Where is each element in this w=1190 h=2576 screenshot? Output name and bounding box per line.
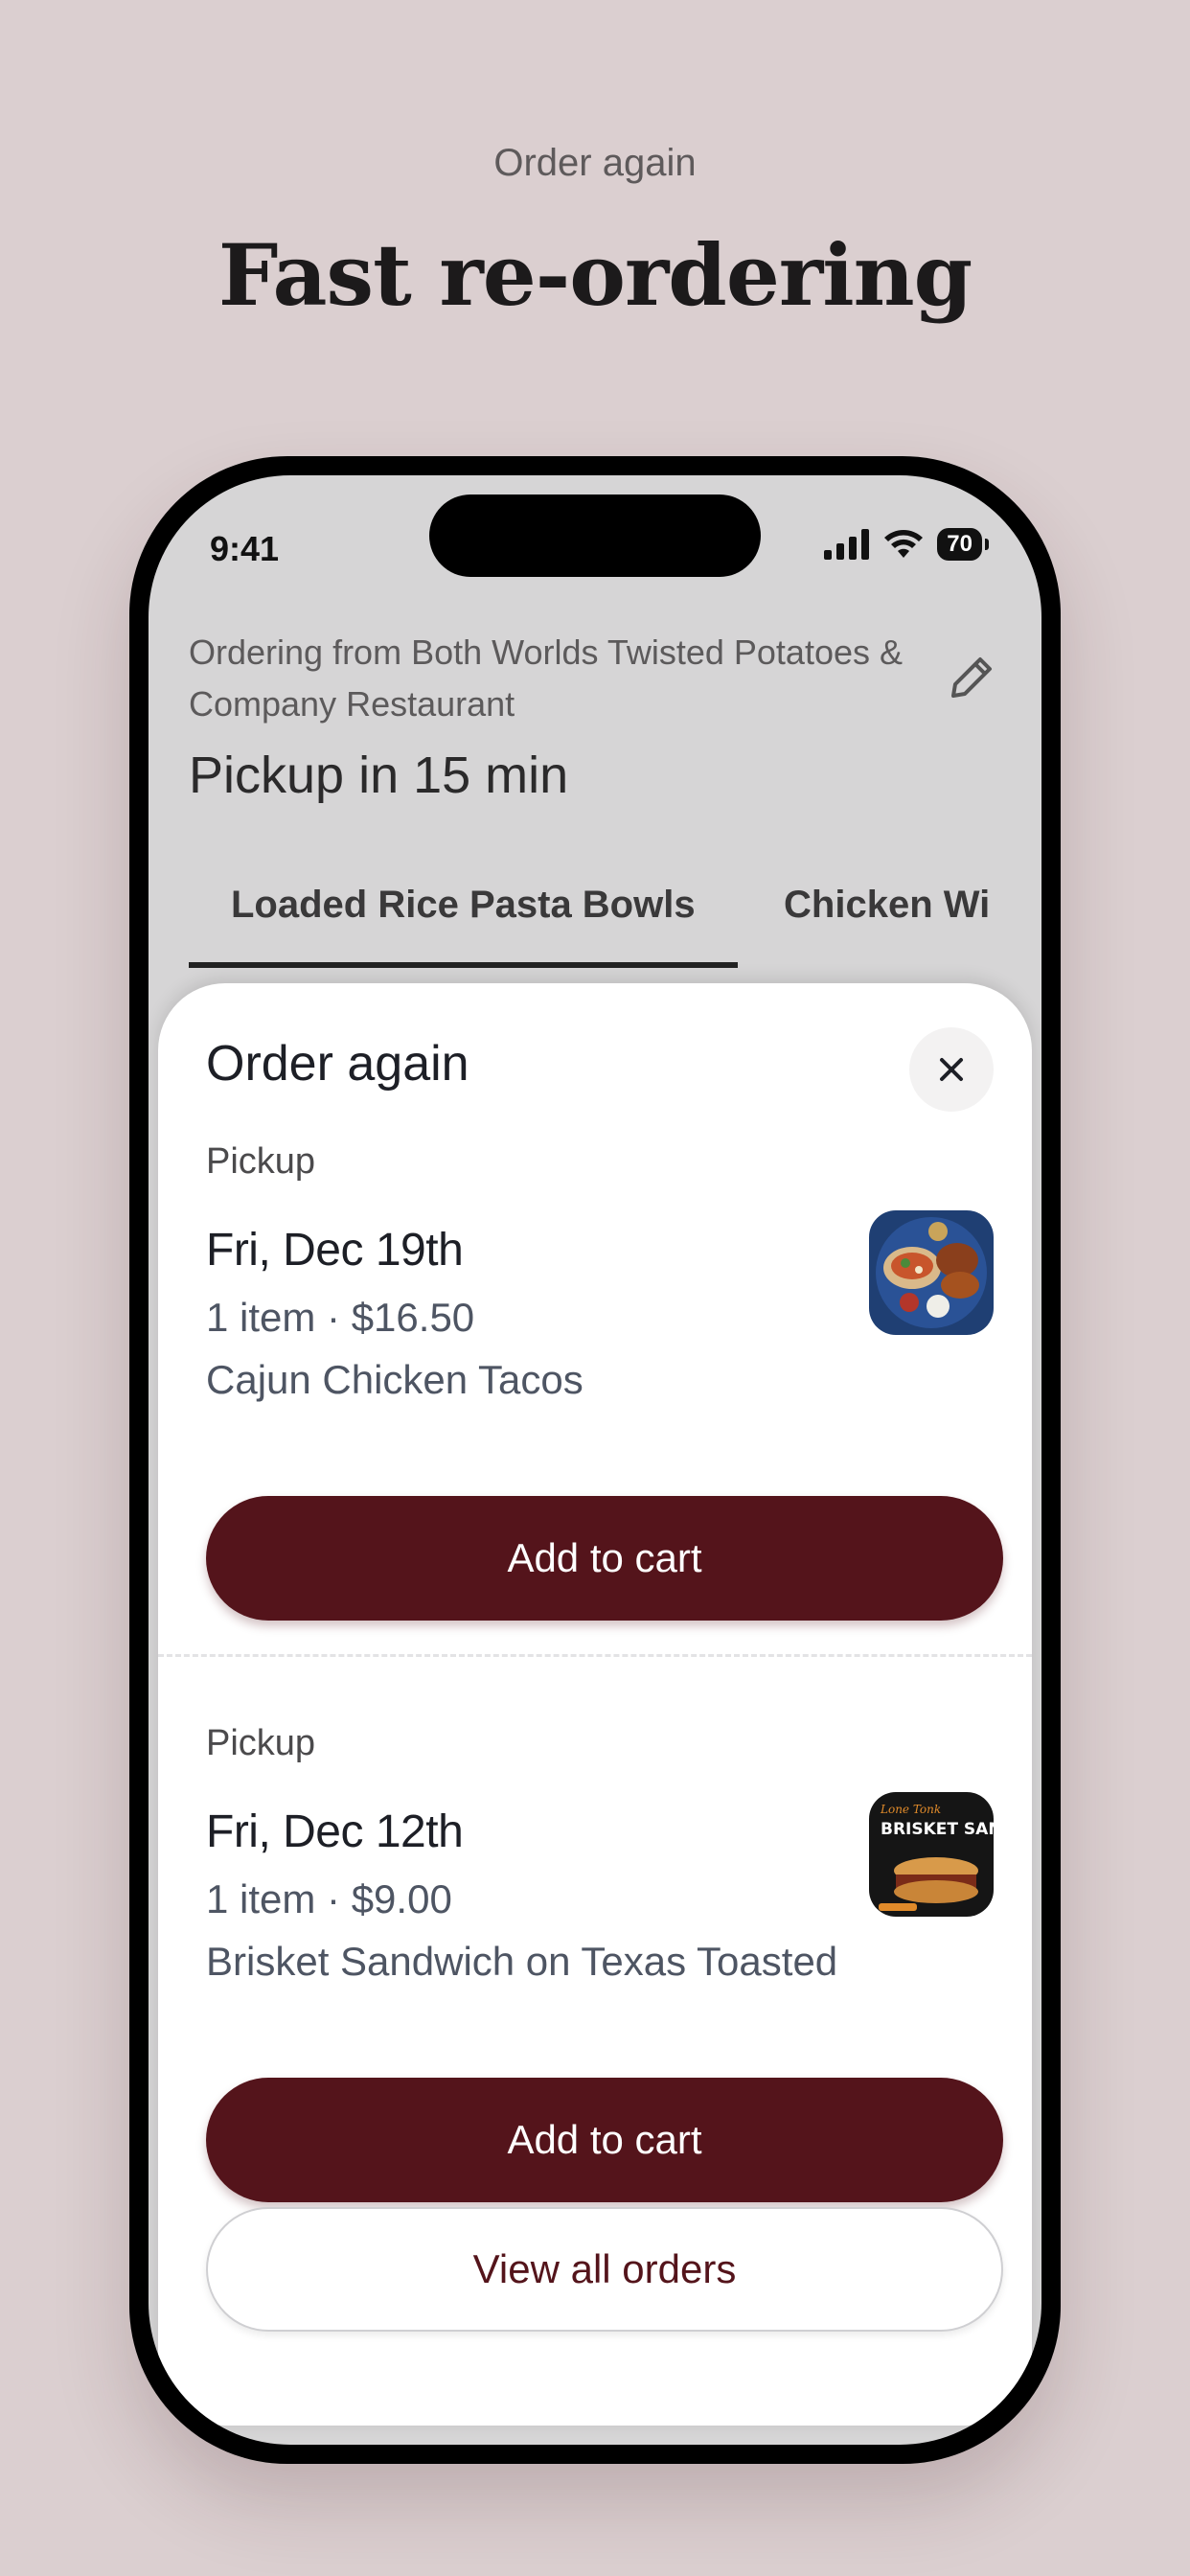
status-icons: 70 [824,528,989,561]
pencil-icon[interactable] [942,648,1001,707]
add-to-cart-button[interactable]: Add to cart [206,1496,1003,1621]
close-button[interactable] [909,1027,994,1112]
phone-screen: 9:41 70 Ordering from Both Worlds Twiste… [149,475,1041,2445]
add-to-cart-button[interactable]: Add to cart [206,2078,1003,2202]
order-again-sheet: Order again Pickup Fri, Dec 19th 1 item … [158,983,1032,2426]
tacos-thumbnail [869,1210,994,1335]
svg-text:Lone Tonk: Lone Tonk [880,1803,941,1816]
thumbnail-text: BRISKET SANDWICH [881,1820,994,1839]
battery-icon: 70 [937,528,989,561]
phone-frame: 9:41 70 Ordering from Both Worlds Twiste… [129,456,1061,2464]
dynamic-island [429,494,761,577]
order-type: Pickup [206,1723,316,1763]
close-icon [940,1058,963,1081]
brisket-sandwich-thumbnail: Lone Tonk BRISKET SANDWICH [869,1792,994,1917]
pickup-time: Pickup in 15 min [189,747,569,804]
category-tabs: Loaded Rice Pasta Bowls Chicken Wi [189,857,1032,968]
wifi-icon [884,530,924,558]
cellular-signal-icon [824,529,870,560]
tab-loaded-rice-pasta-bowls[interactable]: Loaded Rice Pasta Bowls [189,857,738,968]
tab-chicken-wings[interactable]: Chicken Wi [742,857,1032,962]
marketing-headline: Fast re-ordering [217,225,973,325]
order-meta: 1 item · $9.00 [206,1876,452,1921]
status-time: 9:41 [210,529,280,568]
order-item-name: Cajun Chicken Tacos [206,1357,584,1402]
sheet-title: Order again [206,1036,469,1092]
order-item-name: Brisket Sandwich on Texas Toasted [206,1939,838,1984]
order-type: Pickup [206,1141,316,1182]
view-all-orders-button[interactable]: View all orders [206,2207,1003,2332]
marketing-eyebrow: Order again [493,142,697,184]
ordering-from-text: Ordering from Both Worlds Twisted Potato… [189,632,903,724]
order-meta: 1 item · $16.50 [206,1295,475,1340]
order-date: Fri, Dec 19th [206,1225,464,1276]
order-divider [158,1654,1032,1657]
order-date: Fri, Dec 12th [206,1806,464,1857]
